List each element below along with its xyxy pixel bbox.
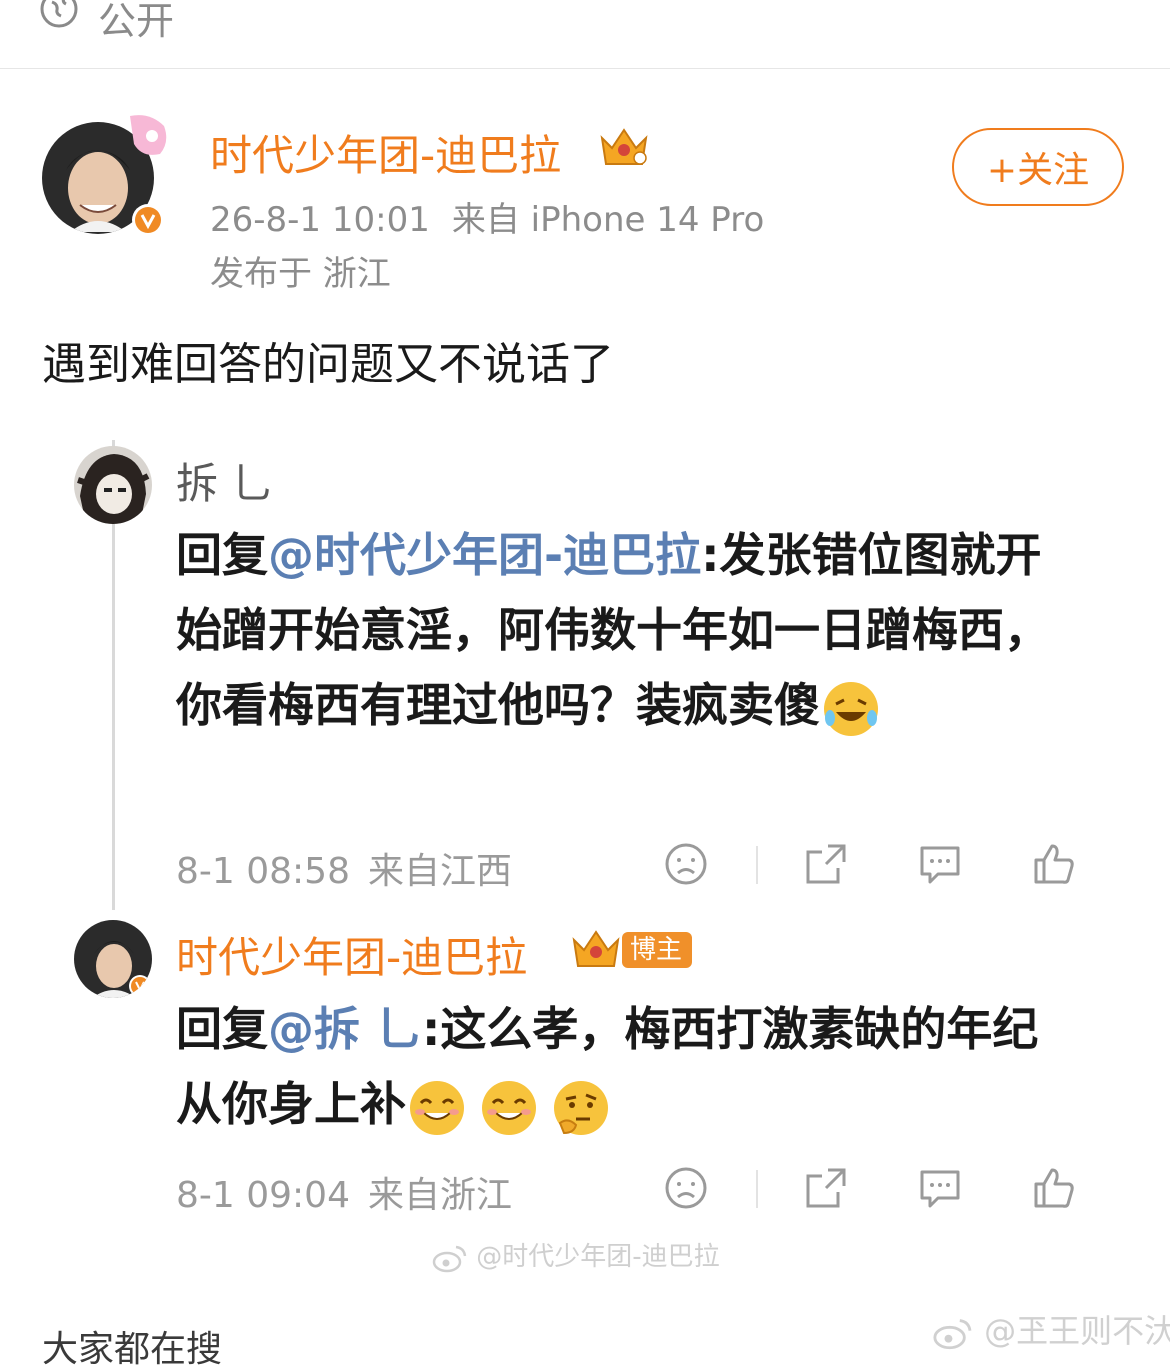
smile-emoji	[482, 1080, 536, 1135]
weibo-logo-icon	[432, 1245, 467, 1272]
mention-link[interactable]: @拆 乚	[268, 1002, 422, 1056]
reply-prefix: 回复	[176, 1002, 268, 1056]
comment-source: 来自浙江	[368, 1175, 513, 1216]
like-icon[interactable]	[1030, 1164, 1078, 1212]
post-source: 来自 iPhone 14 Pro	[451, 200, 765, 240]
share-icon[interactable]	[802, 1164, 850, 1212]
crown-icon	[600, 128, 648, 165]
comment-time: 8-1 09:04	[176, 1175, 350, 1216]
watermark-text: @玊王则不汏	[984, 1312, 1170, 1350]
comment-meta: 8-1 08:58 来自江西	[176, 842, 512, 894]
comment-user[interactable]: 拆 乚	[176, 450, 273, 511]
crown-icon	[572, 930, 620, 967]
dislike-face-icon[interactable]	[662, 840, 710, 888]
comment-time: 8-1 08:58	[176, 851, 350, 892]
action-divider	[756, 1170, 758, 1208]
reply-prefix: 回复	[176, 528, 268, 582]
visibility-label: 公开	[98, 0, 175, 43]
action-divider	[756, 846, 758, 884]
author-name[interactable]: 时代少年团-迪巴拉	[210, 122, 561, 183]
comment-text: 回复@时代少年团-迪巴拉:发张错位图就开始蹭开始意淫，阿伟数十年如一日蹭梅西，你…	[176, 518, 1076, 743]
watermark: @时代少年团-迪巴拉	[432, 1236, 720, 1273]
blogger-badge: 博主	[622, 932, 693, 968]
laugh-tears-emoji	[824, 681, 878, 736]
comment-avatar[interactable]	[74, 446, 152, 524]
follow-button[interactable]: +关注	[952, 128, 1124, 206]
comment-icon[interactable]	[916, 840, 964, 888]
post-time: 26-8-1 10:01	[210, 200, 430, 240]
comment-icon[interactable]	[916, 1164, 964, 1212]
thinking-emoji	[554, 1080, 608, 1135]
comment-source: 来自江西	[368, 851, 513, 892]
watermark-text: @时代少年团-迪巴拉	[476, 1242, 720, 1272]
mention-link[interactable]: @时代少年团-迪巴拉	[268, 528, 701, 582]
comment-meta: 8-1 09:04 来自浙江	[176, 1166, 512, 1218]
comment-avatar[interactable]	[74, 920, 152, 998]
dislike-face-icon[interactable]	[662, 1164, 710, 1212]
weibo-logo-icon	[933, 1319, 972, 1350]
post-location: 发布于 浙江	[210, 254, 391, 294]
visibility-bar: 公开	[0, 0, 1170, 69]
share-icon[interactable]	[802, 840, 850, 888]
watermark: @玊王则不汏	[932, 1306, 1170, 1352]
like-icon[interactable]	[1030, 840, 1078, 888]
section-hint: 大家都在搜	[42, 1329, 223, 1370]
smile-emoji	[410, 1080, 464, 1135]
comment-user[interactable]: 时代少年团-迪巴拉	[176, 924, 527, 985]
author-avatar[interactable]	[40, 110, 170, 240]
post-meta: 26-8-1 10:01 来自 iPhone 14 Pro	[210, 192, 764, 241]
post-text: 遇到难回答的问题又不说话了	[42, 339, 614, 390]
globe-icon	[40, 0, 78, 28]
comment-text: 回复@拆 乚:这么孝，梅西打激素缺的年纪从你身上补	[176, 992, 1076, 1142]
